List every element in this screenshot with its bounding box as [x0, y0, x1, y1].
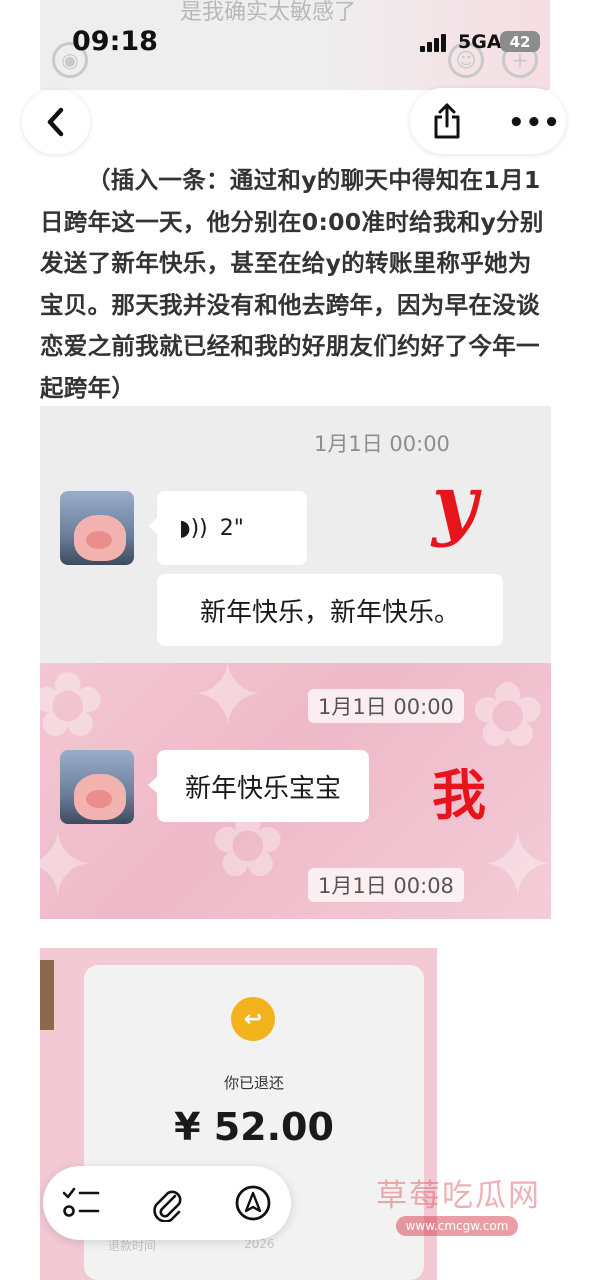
- battery-icon: 42: [500, 31, 540, 52]
- photo-edge: [40, 960, 54, 1030]
- refund-amount: ¥ 52.00: [174, 1105, 334, 1149]
- avatar: [60, 491, 134, 565]
- chat-screenshot-y: 1月1日 00:00 ◗)) 2" 新年快乐，新年快乐。 y: [40, 406, 551, 663]
- message-text: 新年快乐，新年快乐。: [199, 597, 460, 628]
- chat-screenshot-me: ✿ ✦ ✿ ✦ ✿ ✦ 1月1日 00:00 新年快乐宝宝 我 1月1日 00:…: [40, 663, 551, 919]
- share-icon[interactable]: [432, 102, 462, 140]
- annotation-y: y: [432, 458, 478, 549]
- text-message-bubble: 新年快乐宝宝: [148, 750, 369, 822]
- chat-timestamp: 1月1日 00:00: [314, 432, 450, 456]
- chevron-left-icon: [47, 107, 64, 137]
- chat-timestamp: 1月1日 00:00: [308, 689, 464, 723]
- status-time: 09:18: [72, 26, 158, 57]
- article-paragraph: （插入一条：通过和y的聊天中得知在1月1日跨年这一天，他分别在0:00准时给我和…: [40, 166, 544, 402]
- paperclip-icon[interactable]: [147, 1183, 187, 1223]
- back-button[interactable]: [22, 90, 90, 154]
- refund-icon: ↩: [231, 997, 275, 1041]
- chat-timestamp: 1月1日 00:08: [308, 868, 464, 902]
- signal-icon: [420, 34, 446, 52]
- navigate-icon[interactable]: [233, 1183, 273, 1223]
- battery-level: 42: [509, 32, 531, 51]
- text-message-bubble: 新年快乐，新年快乐。: [157, 574, 503, 646]
- annotation-me: 我: [432, 764, 486, 827]
- avatar: [60, 750, 134, 824]
- more-icon[interactable]: •••: [508, 108, 561, 138]
- top-actions: •••: [410, 88, 566, 154]
- watermark-url: www.cmcgw.com: [396, 1216, 518, 1236]
- voice-wave-icon: ◗)): [179, 515, 208, 541]
- network-label: 5GA: [458, 31, 502, 53]
- watermark-title: 草莓吃瓜网: [376, 1178, 541, 1214]
- status-bar: 09:18 5GA 42: [0, 0, 590, 80]
- bottom-toolbar: [43, 1166, 291, 1240]
- voice-duration: 2": [219, 515, 244, 541]
- voice-message-bubble[interactable]: ◗)) 2": [148, 491, 307, 565]
- list-icon[interactable]: [61, 1183, 101, 1223]
- refund-status-label: 你已退还: [223, 1074, 284, 1092]
- message-text: 新年快乐宝宝: [184, 773, 341, 804]
